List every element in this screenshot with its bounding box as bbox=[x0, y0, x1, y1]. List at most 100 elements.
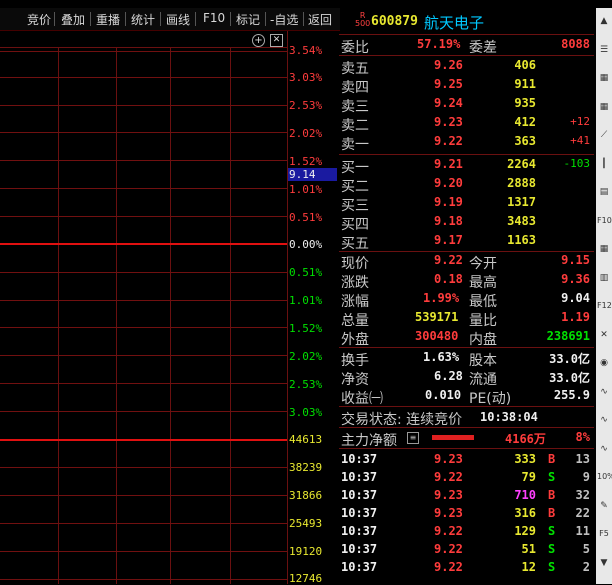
chevron-up-icon[interactable]: ▲ bbox=[597, 14, 611, 28]
tick-volume: 79 bbox=[521, 470, 536, 484]
toolbar-mark-button[interactable]: 标记 bbox=[236, 11, 260, 28]
percent-icon[interactable]: 10% bbox=[597, 470, 612, 484]
x-icon[interactable]: ✕ bbox=[597, 328, 611, 342]
tick-time: 10:37 bbox=[341, 452, 378, 466]
zoom-in-icon[interactable]: + bbox=[252, 34, 265, 47]
sell-row[interactable]: 卖一 9.22 363 +41 bbox=[339, 133, 594, 153]
toolbar-stats-button[interactable]: 统计 bbox=[131, 11, 155, 28]
line-chart-icon[interactable]: ⟋ bbox=[597, 128, 611, 142]
sell-row[interactable]: 卖二 9.23 412 +12 bbox=[339, 114, 594, 134]
eps-value: 0.010 bbox=[425, 388, 462, 402]
tick-volume: 51 bbox=[521, 542, 536, 556]
volume-ratio-label: 量比 bbox=[469, 313, 497, 329]
chart-icon[interactable]: ▥ bbox=[597, 271, 611, 285]
document-icon[interactable]: ▤ bbox=[597, 185, 611, 199]
f5-icon[interactable]: F5 bbox=[597, 527, 611, 541]
axis-volume-tick: 31866 bbox=[289, 489, 323, 502]
f12-icon[interactable]: F12 bbox=[597, 299, 612, 313]
tick-count: 22 bbox=[575, 506, 590, 520]
buy-row[interactable]: 买四 9.18 3483 bbox=[339, 213, 594, 233]
change-value: 0.18 bbox=[434, 272, 463, 286]
buy-volume: 1317 bbox=[507, 195, 536, 209]
pen-icon[interactable]: ✎ bbox=[597, 499, 611, 513]
buy-price: 9.20 bbox=[434, 176, 463, 190]
outer-value: 300480 bbox=[415, 329, 459, 343]
wave-icon[interactable]: ∿ bbox=[597, 442, 611, 456]
buy-row[interactable]: 买三 9.19 1317 bbox=[339, 194, 594, 214]
tick-time: 10:37 bbox=[341, 470, 378, 484]
buy-label: 买五 bbox=[341, 236, 369, 252]
volume-label: 总量 bbox=[341, 313, 369, 329]
main-net-pct: 8% bbox=[575, 430, 590, 444]
tick-count: 2 bbox=[582, 560, 590, 574]
grid-icon[interactable]: ▦ bbox=[597, 242, 611, 256]
buy-row[interactable]: 买一 9.21 2264 -103 bbox=[339, 156, 594, 176]
wave-icon[interactable]: ∿ bbox=[597, 413, 611, 427]
toolbar-replay-button[interactable]: 重播 bbox=[96, 11, 120, 28]
toolbar-draw-button[interactable]: 画线 bbox=[166, 11, 190, 28]
quote-row-4: 总量 539171 量比 1.19 bbox=[339, 309, 594, 329]
axis-pct-down: 2.02% bbox=[289, 350, 323, 363]
tick-volume: 316 bbox=[514, 506, 536, 520]
candle-icon[interactable]: ┃ bbox=[597, 157, 611, 171]
list-icon[interactable]: ☰ bbox=[597, 43, 611, 57]
axis-pct-up: 3.54% bbox=[289, 44, 323, 57]
outer-label: 外盘 bbox=[341, 332, 369, 348]
main-net-row[interactable]: 主力净额 ≡ 4166万 8% bbox=[339, 429, 594, 449]
weibi-value: 57.19% bbox=[417, 37, 461, 51]
quote-row-7: 净资 6.28 流通 33.0亿 bbox=[339, 368, 594, 388]
tick-side: S bbox=[548, 470, 556, 484]
tick-price: 9.22 bbox=[434, 542, 463, 556]
axis-pct-down: 2.53% bbox=[289, 378, 323, 391]
weicha-value: 8088 bbox=[561, 37, 590, 51]
toolbar-overlay-button[interactable]: 叠加 bbox=[61, 11, 85, 28]
sell-row[interactable]: 卖三 9.24 935 bbox=[339, 95, 594, 115]
sell-row[interactable]: 卖四 9.25 911 bbox=[339, 76, 594, 96]
buy-row[interactable]: 买五 9.17 1163 bbox=[339, 232, 594, 252]
stock-header: R 500 600879 航天电子 bbox=[339, 12, 594, 34]
axis-pct-zero: 0.00% bbox=[289, 238, 323, 251]
sell-volume: 935 bbox=[514, 96, 536, 110]
buy-volume: 2888 bbox=[507, 176, 536, 190]
toolbar-remove-watchlist-button[interactable]: -自选 bbox=[270, 11, 298, 28]
quote-row-2: 涨跌 0.18 最高 9.36 bbox=[339, 271, 594, 291]
sell-price: 9.24 bbox=[434, 96, 463, 110]
buy-price: 9.19 bbox=[434, 195, 463, 209]
low-label: 最低 bbox=[469, 294, 497, 310]
sell-price: 9.25 bbox=[434, 77, 463, 91]
buy-price: 9.18 bbox=[434, 214, 463, 228]
chevron-down-icon[interactable]: ▼ bbox=[597, 556, 611, 570]
f10-icon[interactable]: F10 bbox=[597, 214, 612, 228]
close-icon[interactable]: ✕ bbox=[270, 34, 283, 47]
share-capital-label: 股本 bbox=[469, 353, 497, 369]
quote-row-5: 外盘 300480 内盘 238691 bbox=[339, 328, 594, 348]
toolbar-bid-button[interactable]: 竞价 bbox=[27, 11, 51, 28]
tick-time: 10:37 bbox=[341, 506, 378, 520]
fund-icon[interactable]: ◉ bbox=[597, 356, 611, 370]
right-toolbar: ▲ ☰ ▦ ▦ ⟋ ┃ ▤ F10 ▦ ▥ F12 ✕ ◉ ∿ ∿ ∿ 10% ✎ F5 ▼ bbox=[596, 8, 612, 584]
menu-icon[interactable]: ≡ bbox=[407, 432, 419, 444]
change-pct-value: 1.99% bbox=[423, 291, 460, 305]
volume-value: 539171 bbox=[415, 310, 459, 324]
tick-side: B bbox=[548, 488, 556, 502]
table-icon[interactable]: ▦ bbox=[597, 71, 611, 85]
main-net-label: 主力净额 bbox=[341, 433, 397, 449]
table-icon[interactable]: ▦ bbox=[597, 100, 611, 114]
tick-price: 9.22 bbox=[434, 524, 463, 538]
sell-row[interactable]: 卖五 9.26 406 bbox=[339, 57, 594, 77]
buy-row[interactable]: 买二 9.20 2888 bbox=[339, 175, 594, 195]
tick-count: 9 bbox=[582, 470, 590, 484]
toolbar-back-button[interactable]: 返回 bbox=[308, 11, 332, 28]
tick-row: 10:37 9.23 333 B 13 bbox=[339, 451, 594, 470]
wave-icon[interactable]: ∿ bbox=[597, 385, 611, 399]
tick-price: 9.23 bbox=[434, 452, 463, 466]
sell-change: +41 bbox=[570, 134, 590, 147]
axis-pct-down: 0.51% bbox=[289, 266, 323, 279]
tick-row: 10:37 9.22 79 S 9 bbox=[339, 469, 594, 488]
tick-price: 9.22 bbox=[434, 470, 463, 484]
buy-change: -103 bbox=[563, 157, 591, 170]
volume-ratio-value: 1.19 bbox=[561, 310, 590, 324]
toolbar-f10-button[interactable]: F10 bbox=[203, 11, 225, 25]
intraday-chart[interactable]: + ✕ 3.54% 3.03% 2.53% 2.02% 1.52% 9.14 1… bbox=[0, 31, 338, 585]
weibi-label: 委比 bbox=[341, 40, 369, 56]
